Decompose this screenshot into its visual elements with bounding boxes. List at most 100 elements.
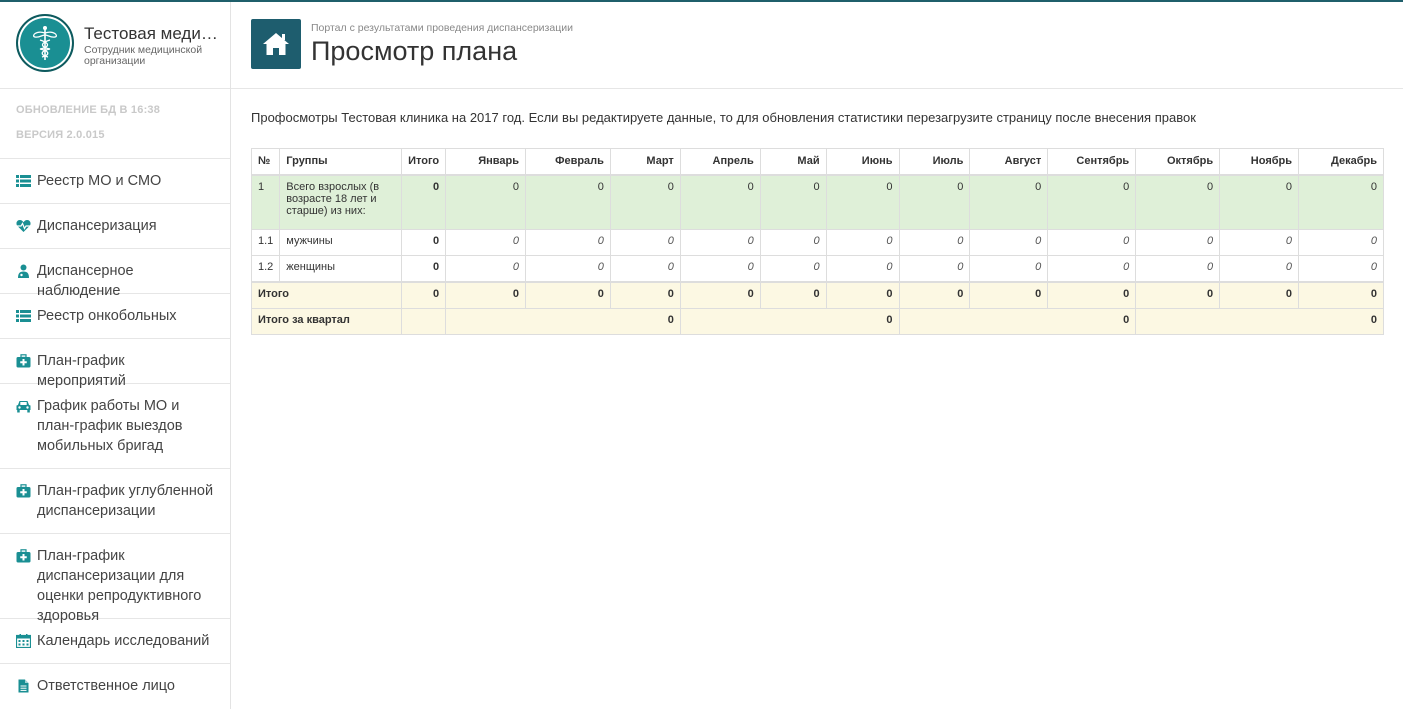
group-name: женщины [279,255,403,282]
row-number: 1 [250,174,281,230]
header-cell: Январь [445,148,527,176]
grand-total: 0 [401,280,447,309]
heartbeat-icon [16,220,31,232]
total-label: Итого [250,280,403,309]
row-number: 1.2 [250,255,281,282]
header-cell: Июль [898,148,971,176]
month-value: 0 [679,174,761,230]
row-total: 0 [401,174,447,230]
header-cell: № [250,148,281,176]
month-input[interactable]: 0 [1135,229,1221,256]
month-value: 0 [1298,174,1384,230]
nav-item-responsible-person[interactable]: Ответственное лицо [0,664,230,709]
month-input[interactable]: 0 [679,229,761,256]
user-role: Сотрудник медицинской организации [84,44,203,67]
header-cell: Группы [279,148,403,176]
month-value: 0 [759,174,827,230]
breadcrumb: Портал с результатами проведения диспанс… [311,22,573,34]
month-input[interactable]: 0 [759,229,827,256]
month-value: 0 [898,174,971,230]
month-input[interactable]: 0 [1047,229,1137,256]
info-text: Профосмотры Тестовая клиника на 2017 год… [251,110,1196,125]
month-input[interactable]: 0 [1047,255,1137,282]
nav-item-events-schedule[interactable]: План-график мероприятий [0,339,230,389]
nav-item-dispensary-observation[interactable]: Диспансерное наблюдение [0,249,230,299]
header-cell: Август [969,148,1049,176]
month-input[interactable]: 0 [525,255,611,282]
plan-table: № Группы Итого Январь Февраль Март Апрел… [250,148,1384,335]
nav-item-mobile-brigades-schedule[interactable]: График работы МО и план-график выездов м… [0,384,230,469]
total-row: Итого 0 0 0 0 0 0 0 0 0 0 0 0 0 [250,280,1384,309]
month-value: 0 [525,174,611,230]
month-value: 0 [969,174,1049,230]
nav-item-label: Реестр МО и СМО [37,173,162,189]
month-input[interactable]: 0 [1219,255,1300,282]
row-number: 1.1 [250,229,281,256]
list-icon [16,310,31,322]
quarter-total-row: Итого за квартал 0 0 0 0 [250,308,1384,335]
month-input[interactable]: 0 [1135,255,1221,282]
month-input[interactable]: 0 [609,255,681,282]
medkit-icon [16,549,31,563]
month-input[interactable]: 0 [525,229,611,256]
month-value: 0 [1135,174,1221,230]
list-icon [16,175,31,187]
nav-item-deep-dispanserization-schedule[interactable]: План-график углубленной диспансеризации [0,469,230,534]
month-input[interactable]: 0 [898,255,971,282]
month-input[interactable]: 0 [969,255,1049,282]
page-header: Портал с результатами проведения диспанс… [231,2,1403,89]
month-input[interactable]: 0 [825,229,900,256]
header-cell: Апрель [679,148,761,176]
quarter-total-label: Итого за квартал [250,308,403,335]
month-total: 0 [609,280,681,309]
nav-item-registry-mo-smo[interactable]: Реестр МО и СМО [0,159,230,204]
nav-item-label: Календарь исследований [37,633,210,649]
medkit-icon [16,484,31,498]
nav-item-label: План-график углубленной диспансеризации [37,483,214,519]
month-input[interactable]: 0 [1298,255,1384,282]
month-input[interactable]: 0 [759,255,827,282]
month-value: 0 [609,174,681,230]
header-cell: Сентябрь [1047,148,1137,176]
home-button[interactable] [251,19,301,69]
month-total: 0 [1298,280,1384,309]
nav-item-label: Диспансеризация [37,218,157,234]
month-input[interactable]: 0 [609,229,681,256]
header-cell: Февраль [525,148,611,176]
nav-item-dispanserization[interactable]: Диспансеризация [0,204,230,249]
nav-item-label: Диспансерное наблюдение [37,263,134,299]
month-input[interactable]: 0 [1219,229,1300,256]
month-total: 0 [1135,280,1221,309]
quarter-total: 0 [898,308,1137,335]
month-input[interactable]: 0 [825,255,900,282]
nav-item-label: Реестр онкобольных [37,308,177,324]
month-input[interactable]: 0 [679,255,761,282]
nav-item-label: График работы МО и план-график выездов м… [37,398,183,454]
month-total: 0 [445,280,527,309]
user-md-icon [18,264,29,278]
quarter-total: 0 [679,308,900,335]
header-cell: Декабрь [1298,148,1384,176]
group-name: Всего взрослых (в возрасте 18 лет и стар… [279,174,403,230]
page-title: Просмотр плана [311,36,518,66]
month-input[interactable]: 0 [969,229,1049,256]
month-total: 0 [759,280,827,309]
month-input[interactable]: 0 [445,229,527,256]
nav-item-label: План-график диспансеризации для оценки р… [37,548,202,624]
month-value: 0 [445,174,527,230]
table-header-row: № Группы Итого Январь Февраль Март Апрел… [250,148,1384,176]
quarter-total: 0 [1135,308,1384,335]
group-name: мужчины [279,229,403,256]
row-total: 0 [401,229,447,256]
home-icon [263,33,289,55]
nav-item-reproductive-health-schedule[interactable]: План-график диспансеризации для оценки р… [0,534,230,624]
db-update-time: ОБНОВЛЕНИЕ БД В 16:38 [16,104,161,116]
month-total: 0 [525,280,611,309]
system-meta: ОБНОВЛЕНИЕ БД В 16:38 ВЕРСИЯ 2.0.015 [0,89,230,159]
month-total: 0 [679,280,761,309]
month-total: 0 [1219,280,1300,309]
month-input[interactable]: 0 [1298,229,1384,256]
quarter-total: 0 [445,308,681,335]
month-input[interactable]: 0 [898,229,971,256]
month-input[interactable]: 0 [445,255,527,282]
